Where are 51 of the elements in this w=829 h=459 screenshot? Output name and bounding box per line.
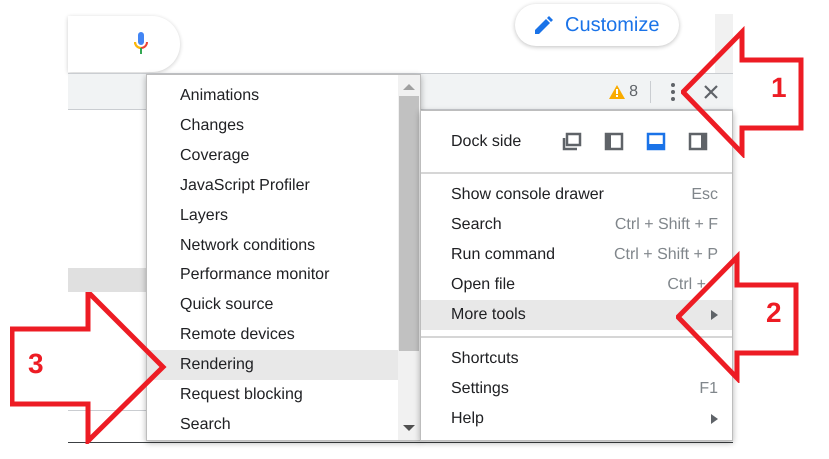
menu-item[interactable]: Open file Ctrl + — [421, 270, 732, 300]
step-number: 2 — [766, 299, 782, 327]
menu-item[interactable]: Show console drawer Esc — [421, 180, 732, 210]
menu-item-label: Search — [451, 215, 502, 235]
submenu-item[interactable]: Network conditions — [147, 230, 398, 261]
dock-option-button[interactable] — [688, 132, 708, 151]
warning-count: 8 — [629, 82, 638, 102]
menu-item[interactable]: More tools — [421, 300, 732, 330]
menu-item[interactable]: Search Ctrl + Shift + F — [421, 210, 732, 240]
submenu-item[interactable]: Request blocking — [147, 380, 398, 410]
menu-item[interactable]: Settings F1 — [421, 374, 732, 404]
shortcut-label: Ctrl + — [667, 275, 706, 295]
menu-item-label: Help — [451, 409, 484, 429]
menu-item-label: More tools — [451, 305, 526, 325]
menu-item-label: Open file — [451, 275, 516, 295]
dock-side-label: Dock side — [451, 132, 522, 152]
submenu-item[interactable]: Layers — [147, 200, 398, 231]
dock-option-button[interactable] — [646, 132, 666, 151]
submenu-item[interactable]: JavaScript Profiler — [147, 170, 398, 201]
menu-item-label: Shortcuts — [451, 349, 519, 369]
menu-item[interactable]: Help — [421, 404, 732, 434]
menu-item[interactable]: Shortcuts — [421, 344, 732, 374]
shortcut-label: Esc — [691, 185, 718, 205]
submenu-item[interactable]: Coverage — [147, 140, 398, 171]
menu-item[interactable]: Run command Ctrl + Shift + P — [421, 240, 732, 270]
menu-item-label: Settings — [451, 379, 509, 399]
scrollbar[interactable] — [398, 75, 420, 440]
shortcut-label: Ctrl + Shift + P — [614, 245, 718, 265]
submenu-item[interactable]: Animations — [147, 81, 398, 111]
scroll-up-icon — [403, 84, 415, 90]
submenu-item[interactable]: Quick source — [147, 290, 398, 320]
shortcut-label: F1 — [699, 379, 718, 399]
close-button[interactable] — [703, 84, 719, 100]
menu-item-label: Run command — [451, 245, 556, 265]
scroll-down-icon — [403, 425, 415, 431]
more-options-button[interactable] — [669, 80, 677, 102]
step-number: 1 — [771, 74, 787, 102]
step-number: 3 — [28, 350, 44, 378]
pencil-icon — [535, 16, 553, 34]
submenu-item[interactable]: Rendering — [147, 350, 398, 380]
dock-option-button[interactable] — [562, 132, 582, 151]
shortcut-label: Ctrl + Shift + F — [614, 215, 718, 235]
submenu-item[interactable]: Performance monitor — [147, 260, 398, 290]
submenu-item[interactable]: Changes — [147, 110, 398, 141]
customize-button[interactable]: Customize — [515, 4, 680, 46]
submenu-item[interactable]: Remote devices — [147, 320, 398, 350]
menu-item-label: Show console drawer — [451, 185, 604, 205]
dock-option-button[interactable] — [604, 132, 624, 151]
microphone-icon — [134, 32, 148, 56]
submenu-item[interactable]: Search — [147, 410, 398, 440]
warning-icon — [609, 84, 626, 98]
